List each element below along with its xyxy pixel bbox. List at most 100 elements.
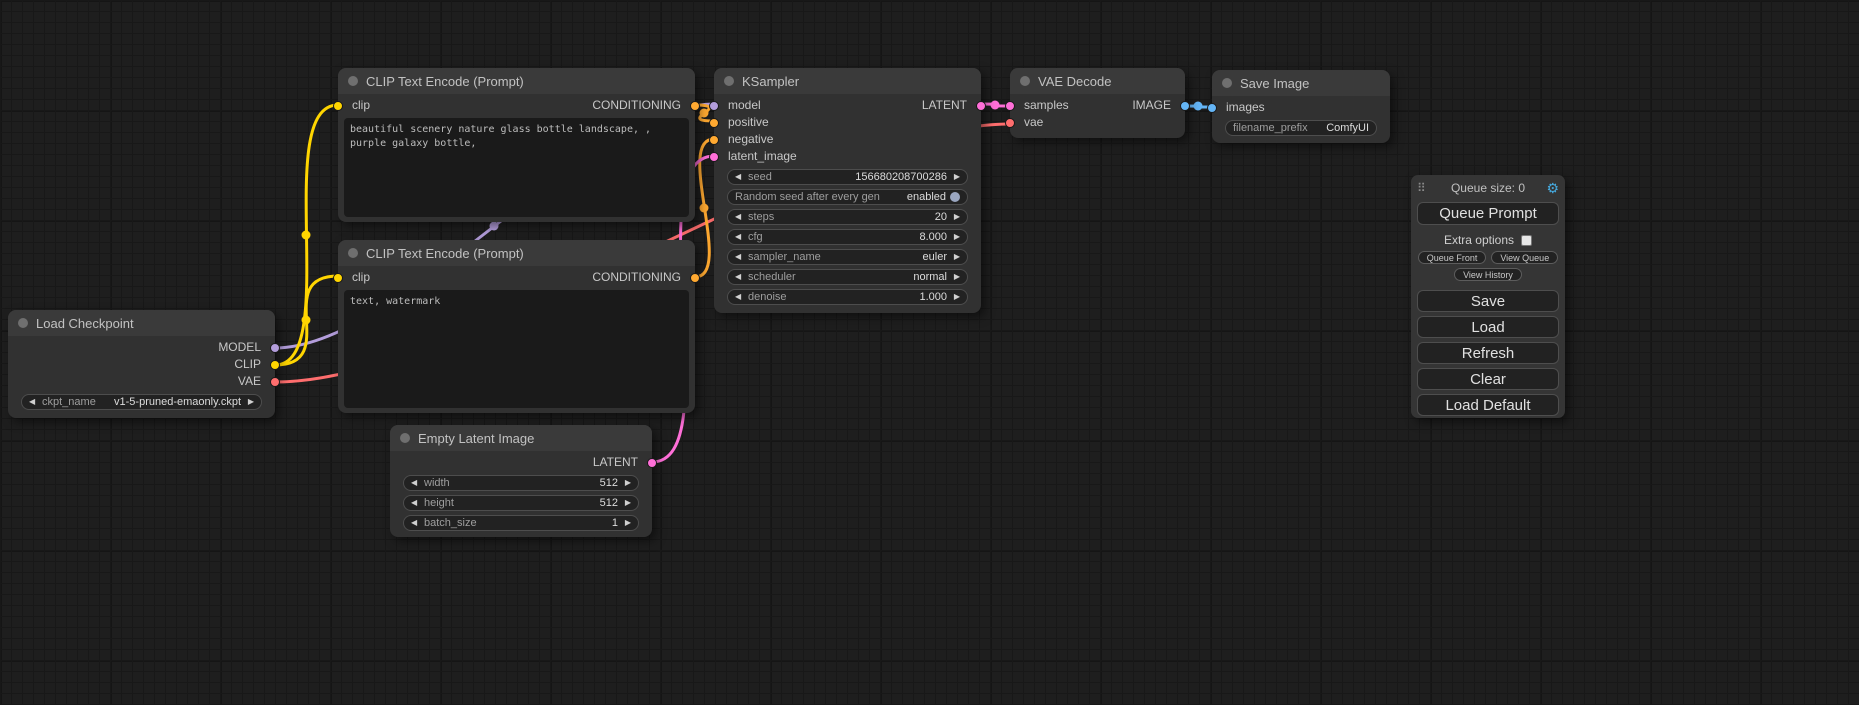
sampler-name-widget[interactable]: ◀ sampler_name euler ▶ bbox=[727, 249, 968, 265]
queue-prompt-button[interactable]: Queue Prompt bbox=[1417, 202, 1559, 225]
arrow-left-icon[interactable]: ◀ bbox=[735, 250, 748, 264]
widget-value: 20 bbox=[935, 211, 947, 223]
wire-midpoint-latent-out bbox=[991, 101, 1000, 110]
node-clip-text-encode-negative[interactable]: CLIP Text Encode (Prompt) clip CONDITION… bbox=[338, 240, 695, 413]
output-slot-clip[interactable] bbox=[270, 360, 280, 370]
arrow-left-icon[interactable]: ◀ bbox=[735, 230, 748, 244]
node-collapse-dot[interactable] bbox=[724, 76, 734, 86]
arrow-left-icon[interactable]: ◀ bbox=[735, 210, 748, 224]
wire-midpoint-clip-2 bbox=[302, 316, 311, 325]
arrow-left-icon[interactable]: ◀ bbox=[735, 270, 748, 284]
node-graph-canvas[interactable]: Load Checkpoint MODEL CLIP VAE ◀ ckpt_na… bbox=[0, 0, 1859, 705]
arrow-left-icon[interactable]: ◀ bbox=[735, 290, 748, 304]
arrow-right-icon[interactable]: ▶ bbox=[947, 270, 960, 284]
node-empty-latent-image[interactable]: Empty Latent Image LATENT ◀ width 512 ▶ … bbox=[390, 425, 652, 537]
batch-size-widget[interactable]: ◀ batch_size 1 ▶ bbox=[403, 515, 639, 531]
cfg-widget[interactable]: ◀ cfg 8.000 ▶ bbox=[727, 229, 968, 245]
ckpt-name-widget[interactable]: ◀ ckpt_name v1-5-pruned-emaonly.ckpt ▶ bbox=[21, 394, 262, 410]
input-slot-positive[interactable] bbox=[709, 118, 719, 128]
node-collapse-dot[interactable] bbox=[348, 248, 358, 258]
node-collapse-dot[interactable] bbox=[1222, 78, 1232, 88]
arrow-left-icon[interactable]: ◀ bbox=[411, 516, 424, 530]
queue-size-label: Queue size: 0 bbox=[1433, 181, 1543, 195]
slot-row: clip CONDITIONING bbox=[338, 97, 695, 114]
node-title-bar[interactable]: Load Checkpoint bbox=[8, 310, 275, 336]
filename-prefix-widget[interactable]: filename_prefix ComfyUI bbox=[1225, 120, 1377, 136]
view-queue-button[interactable]: View Queue bbox=[1491, 251, 1558, 264]
output-slot-conditioning[interactable] bbox=[690, 101, 700, 111]
node-title-bar[interactable]: Empty Latent Image bbox=[390, 425, 652, 451]
node-title-bar[interactable]: CLIP Text Encode (Prompt) bbox=[338, 68, 695, 94]
node-title-bar[interactable]: CLIP Text Encode (Prompt) bbox=[338, 240, 695, 266]
node-title-bar[interactable]: VAE Decode bbox=[1010, 68, 1185, 94]
slot-row: images bbox=[1212, 99, 1390, 116]
input-slot-clip[interactable] bbox=[333, 101, 343, 111]
node-title-bar[interactable]: Save Image bbox=[1212, 70, 1390, 96]
output-label-conditioning: CONDITIONING bbox=[592, 97, 681, 114]
input-slot-clip[interactable] bbox=[333, 273, 343, 283]
load-default-button[interactable]: Load Default bbox=[1417, 394, 1559, 416]
clear-button[interactable]: Clear bbox=[1417, 368, 1559, 390]
input-slot-negative[interactable] bbox=[709, 135, 719, 145]
scheduler-widget[interactable]: ◀ scheduler normal ▶ bbox=[727, 269, 968, 285]
input-label-images: images bbox=[1226, 100, 1265, 114]
output-slot-latent[interactable] bbox=[976, 101, 986, 111]
arrow-left-icon[interactable]: ◀ bbox=[29, 395, 42, 409]
node-ksampler[interactable]: KSampler model LATENT positive negative … bbox=[714, 68, 981, 313]
view-history-button[interactable]: View History bbox=[1454, 268, 1522, 281]
arrow-right-icon[interactable]: ▶ bbox=[947, 230, 960, 244]
output-slot-image[interactable] bbox=[1180, 101, 1190, 111]
arrow-left-icon[interactable]: ◀ bbox=[411, 476, 424, 490]
input-slot-vae[interactable] bbox=[1005, 118, 1015, 128]
output-slot-latent[interactable] bbox=[647, 458, 657, 468]
arrow-right-icon[interactable]: ▶ bbox=[947, 170, 960, 184]
input-slot-model[interactable] bbox=[709, 101, 719, 111]
node-load-checkpoint[interactable]: Load Checkpoint MODEL CLIP VAE ◀ ckpt_na… bbox=[8, 310, 275, 418]
output-slot-row: LATENT bbox=[390, 454, 652, 471]
arrow-right-icon[interactable]: ▶ bbox=[947, 250, 960, 264]
arrow-left-icon[interactable]: ◀ bbox=[735, 170, 748, 184]
output-slot-vae[interactable] bbox=[270, 377, 280, 387]
refresh-button[interactable]: Refresh bbox=[1417, 342, 1559, 364]
toggle-knob[interactable] bbox=[950, 192, 960, 202]
denoise-widget[interactable]: ◀ denoise 1.000 ▶ bbox=[727, 289, 968, 305]
widget-label: width bbox=[424, 477, 450, 489]
node-collapse-dot[interactable] bbox=[18, 318, 28, 328]
arrow-right-icon[interactable]: ▶ bbox=[618, 496, 631, 510]
node-clip-text-encode-positive[interactable]: CLIP Text Encode (Prompt) clip CONDITION… bbox=[338, 68, 695, 222]
node-save-image[interactable]: Save Image images filename_prefix ComfyU… bbox=[1212, 70, 1390, 143]
prompt-textarea[interactable]: text, watermark bbox=[344, 290, 689, 408]
arrow-right-icon[interactable]: ▶ bbox=[618, 476, 631, 490]
input-slot-samples[interactable] bbox=[1005, 101, 1015, 111]
slot-row: model LATENT bbox=[714, 97, 981, 114]
arrow-right-icon[interactable]: ▶ bbox=[947, 210, 960, 224]
arrow-left-icon[interactable]: ◀ bbox=[411, 496, 424, 510]
random-seed-toggle-widget[interactable]: Random seed after every gen enabled bbox=[727, 189, 968, 205]
save-button[interactable]: Save bbox=[1417, 290, 1559, 312]
height-widget[interactable]: ◀ height 512 ▶ bbox=[403, 495, 639, 511]
arrow-right-icon[interactable]: ▶ bbox=[947, 290, 960, 304]
queue-menu-panel[interactable]: ⠿ Queue size: 0 ⚙ Queue Prompt Extra opt… bbox=[1411, 175, 1565, 418]
extra-options-row: Extra options bbox=[1417, 233, 1559, 247]
arrow-right-icon[interactable]: ▶ bbox=[241, 395, 254, 409]
input-slot-images[interactable] bbox=[1207, 103, 1217, 113]
output-slot-model[interactable] bbox=[270, 343, 280, 353]
prompt-textarea[interactable]: beautiful scenery nature glass bottle la… bbox=[344, 118, 689, 217]
node-vae-decode[interactable]: VAE Decode samples IMAGE vae bbox=[1010, 68, 1185, 138]
widget-value: v1-5-pruned-emaonly.ckpt bbox=[114, 396, 241, 408]
input-slot-latent-image[interactable] bbox=[709, 152, 719, 162]
seed-widget[interactable]: ◀ seed 156680208700286 ▶ bbox=[727, 169, 968, 185]
queue-front-button[interactable]: Queue Front bbox=[1418, 251, 1487, 264]
width-widget[interactable]: ◀ width 512 ▶ bbox=[403, 475, 639, 491]
drag-handle-icon[interactable]: ⠿ bbox=[1417, 181, 1433, 195]
load-button[interactable]: Load bbox=[1417, 316, 1559, 338]
extra-options-checkbox[interactable] bbox=[1521, 235, 1532, 246]
output-slot-conditioning[interactable] bbox=[690, 273, 700, 283]
node-collapse-dot[interactable] bbox=[400, 433, 410, 443]
node-collapse-dot[interactable] bbox=[1020, 76, 1030, 86]
arrow-right-icon[interactable]: ▶ bbox=[618, 516, 631, 530]
node-collapse-dot[interactable] bbox=[348, 76, 358, 86]
settings-gear-icon[interactable]: ⚙ bbox=[1543, 180, 1559, 197]
node-title-bar[interactable]: KSampler bbox=[714, 68, 981, 94]
steps-widget[interactable]: ◀ steps 20 ▶ bbox=[727, 209, 968, 225]
